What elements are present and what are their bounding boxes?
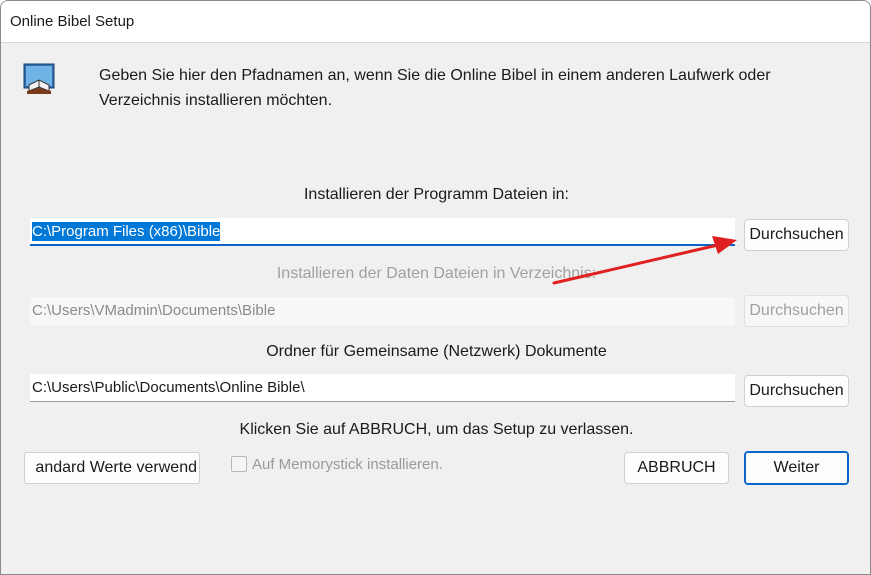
cancel-hint: Klicken Sie auf ABBRUCH, um das Setup zu… bbox=[239, 421, 634, 438]
window-title: Online Bibel Setup bbox=[10, 13, 135, 30]
next-button[interactable]: Weiter bbox=[744, 451, 849, 485]
intro-line-2: Verzeichnis installieren möchten. bbox=[99, 92, 333, 109]
shared-docs-path-input[interactable]: C:\Users\Public\Documents\Online Bible\ bbox=[30, 374, 735, 402]
intro-text: Geben Sie hier den Pfadnamen an, wenn Si… bbox=[99, 63, 859, 113]
memorystick-checkbox-row: Auf Memorystick installieren. bbox=[231, 455, 443, 473]
program-files-label: Installieren der Programm Dateien in: bbox=[303, 186, 569, 203]
data-files-path-input: C:\Users\VMadmin\Documents\Bible bbox=[30, 297, 735, 325]
shared-docs-path-value: C:\Users\Public\Documents\Online Bible\ bbox=[32, 379, 305, 396]
setup-window: Online Bibel Setup Geben Sie hier den Pf… bbox=[0, 0, 871, 575]
data-files-label: Installieren der Daten Dateien in Verzei… bbox=[276, 265, 597, 282]
memorystick-checkbox bbox=[231, 456, 247, 472]
intro-line-1: Geben Sie hier den Pfadnamen an, wenn Si… bbox=[99, 67, 771, 84]
data-files-path-value: C:\Users\VMadmin\Documents\Bible bbox=[32, 302, 276, 319]
title-bar: Online Bibel Setup bbox=[1, 1, 870, 43]
cancel-button[interactable]: ABBRUCH bbox=[624, 452, 729, 484]
program-files-path-value: C:\Program Files (x86)\Bible bbox=[32, 222, 221, 241]
shared-docs-browse-button[interactable]: Durchsuchen bbox=[744, 375, 849, 407]
default-values-button[interactable]: andard Werte verwend bbox=[24, 452, 200, 484]
program-files-path-input[interactable]: C:\Program Files (x86)\Bible bbox=[30, 218, 735, 246]
program-files-browse-button[interactable]: Durchsuchen bbox=[744, 219, 849, 251]
data-files-browse-button: Durchsuchen bbox=[744, 295, 849, 327]
memorystick-label: Auf Memorystick installieren. bbox=[252, 455, 443, 473]
shared-docs-label: Ordner für Gemeinsame (Netzwerk) Dokumen… bbox=[266, 343, 607, 360]
book-icon bbox=[23, 63, 55, 95]
